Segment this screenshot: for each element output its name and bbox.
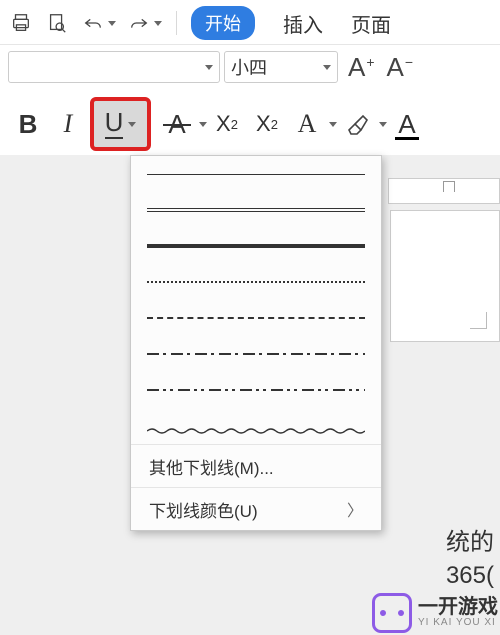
- watermark-title: 一开游戏: [418, 597, 498, 618]
- chevron-down-icon: [379, 122, 387, 127]
- underline-style-dashed[interactable]: [131, 300, 381, 336]
- undo-icon: [80, 10, 106, 36]
- font-size-value: 小四: [231, 54, 267, 80]
- underline-style-double[interactable]: [131, 192, 381, 228]
- font-color-button[interactable]: A: [387, 104, 427, 144]
- tab-page[interactable]: 页面: [351, 9, 391, 38]
- chevron-down-icon: [154, 21, 162, 26]
- underline-style-thick[interactable]: [131, 228, 381, 264]
- undo-button[interactable]: [80, 10, 116, 36]
- chevron-down-icon: [205, 65, 213, 70]
- underline-style-menu: 其他下划线(M)... 下划线颜色(U) 〉: [130, 155, 382, 531]
- font-row: 小四 A+ A−: [0, 44, 500, 89]
- underline-style-dash-dot-dot[interactable]: [131, 372, 381, 408]
- chevron-down-icon: [128, 122, 136, 127]
- underline-button[interactable]: U: [90, 97, 151, 151]
- strike-line: [163, 124, 191, 126]
- watermark-subtitle: YI KAI YOU XI: [418, 618, 498, 629]
- color-bar: [395, 137, 419, 140]
- page-fragment: [390, 210, 500, 342]
- style-row: B I U A X2 X2 A A: [0, 89, 500, 161]
- chevron-down-icon: [329, 122, 337, 127]
- chevron-down-icon: [108, 21, 116, 26]
- highlight-icon: [345, 112, 369, 136]
- underline-style-dash-dot[interactable]: [131, 336, 381, 372]
- underline-style-thin[interactable]: [131, 156, 381, 192]
- chevron-right-icon: 〉: [347, 497, 363, 521]
- doc-text-fragment: 统的: [446, 522, 494, 557]
- underline-style-dotted[interactable]: [131, 264, 381, 300]
- grow-font-button[interactable]: A+: [348, 52, 375, 83]
- highlight-button[interactable]: [337, 104, 377, 144]
- print-icon[interactable]: [8, 10, 34, 36]
- strikethrough-button[interactable]: A: [157, 104, 197, 144]
- tab-start[interactable]: 开始: [191, 6, 255, 40]
- subscript-button[interactable]: X2: [247, 104, 287, 144]
- underline-icon: U: [105, 109, 124, 139]
- redo-button[interactable]: [126, 10, 162, 36]
- underline-style-wavy[interactable]: [131, 408, 381, 444]
- redo-icon: [126, 10, 152, 36]
- font-size-select[interactable]: 小四: [224, 51, 338, 83]
- text-effects-button[interactable]: A: [287, 104, 327, 144]
- shrink-font-button[interactable]: A−: [387, 52, 414, 83]
- doc-text-fragment: 365(: [446, 562, 494, 590]
- underline-color-item[interactable]: 下划线颜色(U) 〉: [131, 487, 381, 530]
- italic-button[interactable]: I: [48, 104, 88, 144]
- separator: [176, 11, 177, 35]
- print-preview-icon[interactable]: [44, 10, 70, 36]
- watermark: 一开游戏 YI KAI YOU XI: [372, 593, 498, 633]
- more-underlines-item[interactable]: 其他下划线(M)...: [131, 444, 381, 487]
- tab-insert[interactable]: 插入: [283, 9, 323, 38]
- bold-button[interactable]: B: [8, 104, 48, 144]
- font-name-select[interactable]: [8, 51, 220, 83]
- chevron-down-icon: [199, 122, 207, 127]
- quick-access-toolbar: 开始 插入 页面: [0, 0, 500, 44]
- chevron-down-icon: [323, 65, 331, 70]
- superscript-button[interactable]: X2: [207, 104, 247, 144]
- watermark-icon: [372, 593, 412, 633]
- ruler-fragment: [388, 178, 500, 204]
